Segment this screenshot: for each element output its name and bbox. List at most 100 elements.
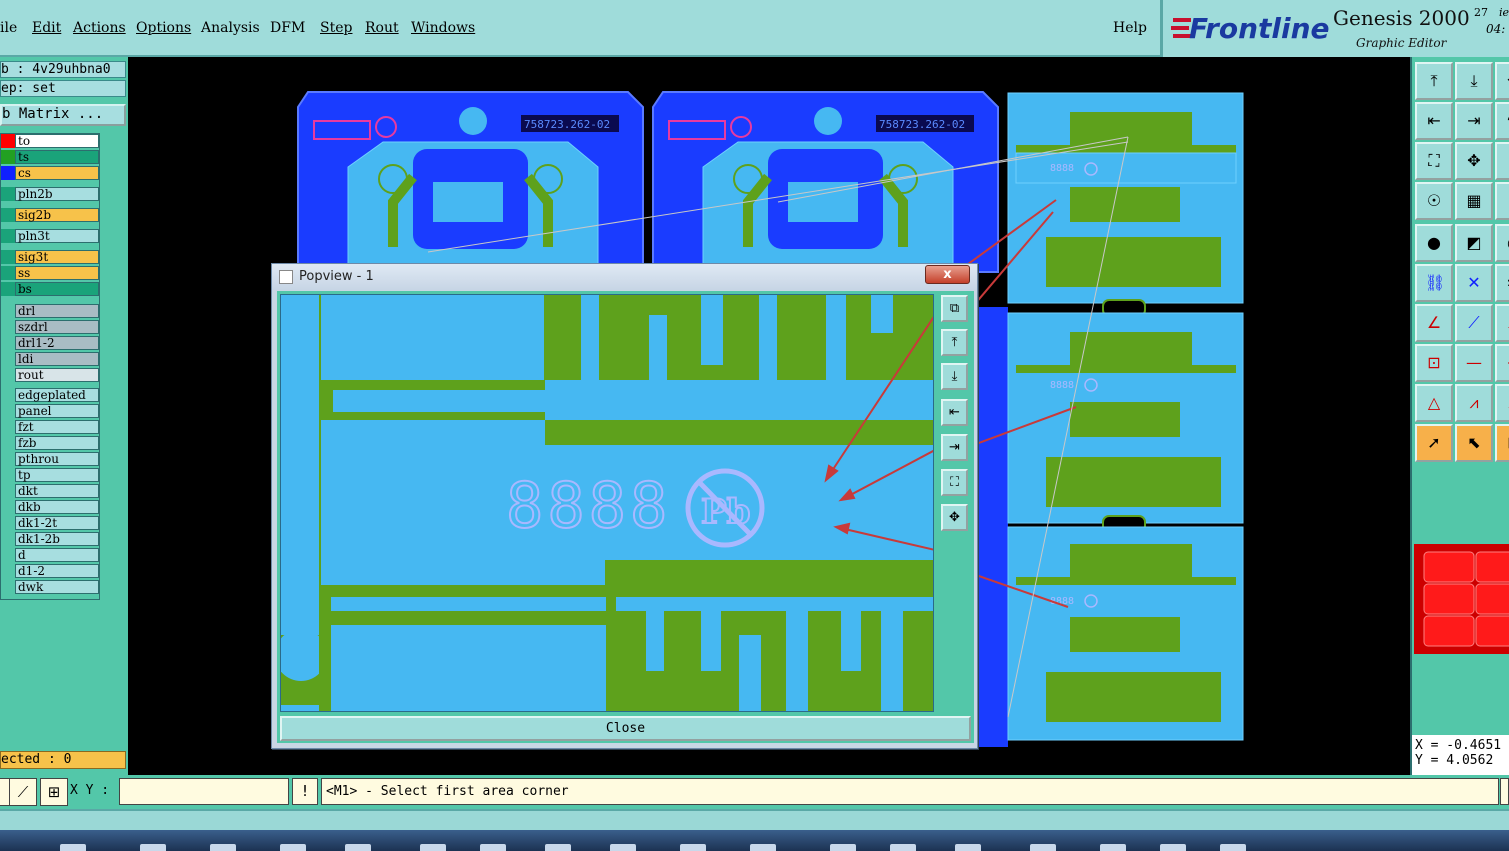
taskbar-app-17[interactable] — [1160, 844, 1186, 851]
layer-row-pthrou[interactable]: pthrou — [1, 452, 99, 466]
xy-input[interactable] — [119, 778, 289, 805]
taskbar-app-11[interactable] — [750, 844, 776, 851]
slope-button[interactable]: ⟋ — [1455, 304, 1493, 342]
layer-color-swatch[interactable] — [1, 250, 15, 264]
taskbar-app-10[interactable] — [680, 844, 706, 851]
layer-name[interactable]: fzt — [15, 420, 99, 434]
layer-name[interactable]: rout — [15, 368, 99, 382]
layer-row-sig2b[interactable]: sig2b — [1, 208, 99, 222]
layer-color-swatch[interactable] — [1, 266, 15, 280]
layer-color-swatch[interactable] — [1, 150, 15, 164]
measure-tool-button[interactable]: ⟋ — [9, 778, 37, 806]
popview-close-x-button[interactable]: x — [925, 265, 970, 284]
layer-color-swatch[interactable] — [1, 320, 15, 334]
taskbar-app-7[interactable] — [480, 844, 506, 851]
layer-row-dk1-2b[interactable]: dk1-2b — [1, 532, 99, 546]
popview-pan-left-button[interactable]: ⇤ — [941, 399, 968, 426]
angle-button[interactable]: ∡ — [1495, 304, 1509, 342]
point-button[interactable]: ⊡ — [1415, 344, 1453, 382]
popview-pan-right-button[interactable]: ⇥ — [941, 434, 968, 461]
layer-row-ss[interactable]: ss — [1, 266, 99, 280]
taskbar-app-16[interactable] — [1100, 844, 1126, 851]
menu-step[interactable]: Step — [320, 20, 352, 36]
fill-button[interactable]: ◩ — [1455, 224, 1493, 262]
number-button[interactable]: 1 — [1495, 142, 1509, 180]
layer-name[interactable]: panel — [15, 404, 99, 418]
link-button[interactable]: ⇆ — [1495, 264, 1509, 302]
layer-color-swatch[interactable] — [1, 352, 15, 366]
zoom-down-button[interactable]: ⤓ — [1455, 62, 1493, 100]
pan-right-button[interactable]: ⇥ — [1455, 102, 1493, 140]
layer-color-swatch[interactable] — [1, 304, 15, 318]
layer-name[interactable]: dkt — [15, 484, 99, 498]
layer-color-swatch[interactable] — [1, 420, 15, 434]
taskbar-app-2[interactable] — [140, 844, 166, 851]
layer-row-cs[interactable]: cs — [1, 166, 99, 180]
undo-button[interactable]: ↶ — [1495, 62, 1509, 100]
layer-color-swatch[interactable] — [1, 516, 15, 530]
minus-button[interactable]: — — [1455, 344, 1493, 382]
layer-name[interactable]: drl — [15, 304, 99, 318]
taskbar-app-8[interactable] — [545, 844, 571, 851]
taskbar-app-3[interactable] — [210, 844, 236, 851]
layer-name[interactable]: pln3t — [15, 229, 99, 243]
arch-button[interactable]: ⩘ — [1455, 384, 1493, 422]
layer-color-swatch[interactable] — [1, 580, 15, 594]
taskbar-app-13[interactable] — [890, 844, 916, 851]
menu-windows[interactable]: Windows — [411, 20, 475, 36]
menu-edit[interactable]: Edit — [32, 20, 61, 36]
layer-color-swatch[interactable] — [1, 468, 15, 482]
layer-name[interactable]: to — [15, 134, 99, 148]
layer-row-sig3t[interactable]: sig3t — [1, 250, 99, 264]
layer-color-swatch[interactable] — [1, 404, 15, 418]
taskbar-app-9[interactable] — [610, 844, 636, 851]
layer-row-bs[interactable]: bs — [1, 282, 99, 296]
taskbar-app-1[interactable] — [60, 844, 86, 851]
taskbar-app-15[interactable] — [1030, 844, 1056, 851]
grid-snap-button[interactable]: ⊞ — [40, 778, 68, 806]
zoom-area-button[interactable]: ✥ — [1455, 142, 1493, 180]
net-button[interactable]: ⊓ — [1495, 182, 1509, 220]
layer-color-swatch[interactable] — [1, 548, 15, 562]
layer-row-dwk[interactable]: dwk — [1, 580, 99, 594]
layer-color-swatch[interactable] — [1, 187, 15, 201]
layer-row-dk1-2t[interactable]: dk1-2t — [1, 516, 99, 530]
layer-name[interactable]: edgeplated — [15, 388, 99, 402]
layer-color-swatch[interactable] — [1, 452, 15, 466]
popview-zoom-out-button[interactable]: ⤓ — [941, 363, 968, 390]
layer-name[interactable]: d — [15, 548, 99, 562]
layer-row-edgeplated[interactable]: edgeplated — [1, 388, 99, 402]
taskbar-app-4[interactable] — [280, 844, 306, 851]
layer-name[interactable]: ldi — [15, 352, 99, 366]
layer-row-ldi[interactable]: ldi — [1, 352, 99, 366]
layer-name[interactable]: dkb — [15, 500, 99, 514]
taskbar-app-5[interactable] — [345, 844, 371, 851]
layer-row-panel[interactable]: panel — [1, 404, 99, 418]
menu-help[interactable]: Help — [1113, 20, 1147, 36]
popview-close-button[interactable]: Close — [280, 716, 971, 741]
layer-row-rout[interactable]: rout — [1, 368, 99, 382]
measure-button[interactable]: ☉ — [1415, 182, 1453, 220]
layer-name[interactable]: fzb — [15, 436, 99, 450]
menu-actions[interactable]: Actions — [73, 20, 126, 36]
layer-color-swatch[interactable] — [1, 282, 15, 296]
alert-button[interactable]: ! — [292, 778, 318, 805]
popview-zoom-in-button[interactable]: ⤒ — [941, 329, 968, 356]
job-matrix-button[interactable]: b Matrix ... — [0, 104, 126, 126]
redo-button[interactable]: ↷ — [1495, 102, 1509, 140]
layer-row-pln3t[interactable]: pln3t — [1, 229, 99, 243]
menu-analysis[interactable]: Analysis — [201, 20, 260, 36]
layer-name[interactable]: pln2b — [15, 187, 99, 201]
snap-button[interactable]: ● — [1415, 224, 1453, 262]
layer-color-swatch[interactable] — [1, 336, 15, 350]
select-pointer-button[interactable]: ➚ — [1415, 424, 1453, 462]
layer-color-swatch[interactable] — [1, 388, 15, 402]
layer-color-swatch[interactable] — [1, 134, 15, 148]
layer-color-swatch[interactable] — [1, 229, 15, 243]
layer-name[interactable]: dk1-2b — [15, 532, 99, 546]
layer-name[interactable]: pthrou — [15, 452, 99, 466]
taskbar-app-12[interactable] — [830, 844, 856, 851]
layer-color-swatch[interactable] — [1, 500, 15, 514]
popview-center-button[interactable]: ✥ — [941, 504, 968, 531]
layer-name[interactable]: sig2b — [15, 208, 99, 222]
